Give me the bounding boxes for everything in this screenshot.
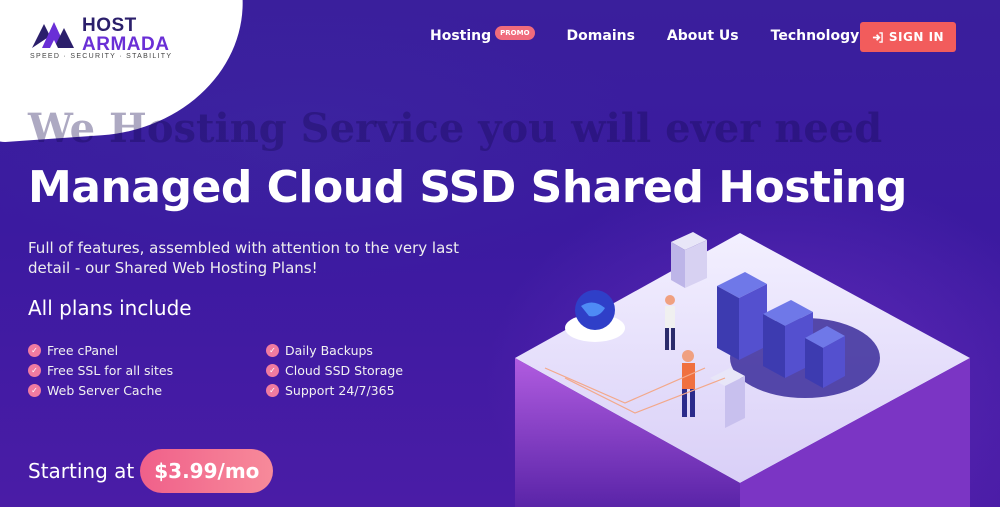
main-nav: Hosting PROMO Domains About Us Technolog… [430,26,860,44]
hero-title: Managed Cloud SSD Shared Hosting [28,162,907,213]
background-ghost-text: We Hosting Service you will ever need [28,105,883,152]
logo-host-text: HOST [82,15,137,36]
feature-item: ✓ Free cPanel [28,343,266,358]
logo-wordmark: HOST ARMADA [82,16,169,54]
promo-badge: PROMO [495,26,535,40]
feature-label: Web Server Cache [47,383,163,398]
logo-tagline: SPEED · SECURITY · STABILITY [30,53,173,60]
starting-price: Starting at $3.99/mo [28,449,274,493]
sign-in-icon [872,31,883,43]
server-illustration [515,232,970,507]
check-icon: ✓ [28,364,41,377]
starting-label: Starting at [28,459,135,483]
feature-item: ✓ Daily Backups [266,343,466,358]
price-pill[interactable]: $3.99/mo [140,449,274,493]
feature-item: ✓ Cloud SSD Storage [266,363,466,378]
nav-technology[interactable]: Technology [771,28,860,44]
feature-label: Free cPanel [47,343,119,358]
check-icon: ✓ [266,364,279,377]
plans-heading: All plans include [28,296,192,320]
logo-armada-text: ARMADA [82,34,170,55]
feature-item: ✓ Support 24/7/365 [266,383,466,398]
feature-label: Free SSL for all sites [47,363,174,378]
nav-hosting[interactable]: Hosting PROMO [430,26,535,44]
armada-logo-icon [32,22,74,48]
feature-label: Support 24/7/365 [285,383,395,398]
hero-subtitle: Full of features, assembled with attenti… [28,239,459,277]
nav-hosting-label: Hosting [430,28,492,44]
check-icon: ✓ [28,384,41,397]
terminal-kiosk [671,232,707,288]
feature-list: ✓ Free cPanel ✓ Daily Backups ✓ Free SSL fo… [28,343,478,398]
feature-label: Cloud SSD Storage [285,363,404,378]
check-icon: ✓ [28,344,41,357]
sign-in-button[interactable]: SIGN IN [860,22,956,52]
check-icon: ✓ [266,344,279,357]
feature-item: ✓ Web Server Cache [28,383,266,398]
nav-about-us[interactable]: About Us [667,28,739,44]
feature-label: Daily Backups [285,343,373,358]
check-icon: ✓ [266,384,279,397]
sign-in-label: SIGN IN [888,30,945,44]
site-logo[interactable]: HOST ARMADA [30,16,169,54]
feature-item: ✓ Free SSL for all sites [28,363,266,378]
nav-domains[interactable]: Domains [567,28,635,44]
